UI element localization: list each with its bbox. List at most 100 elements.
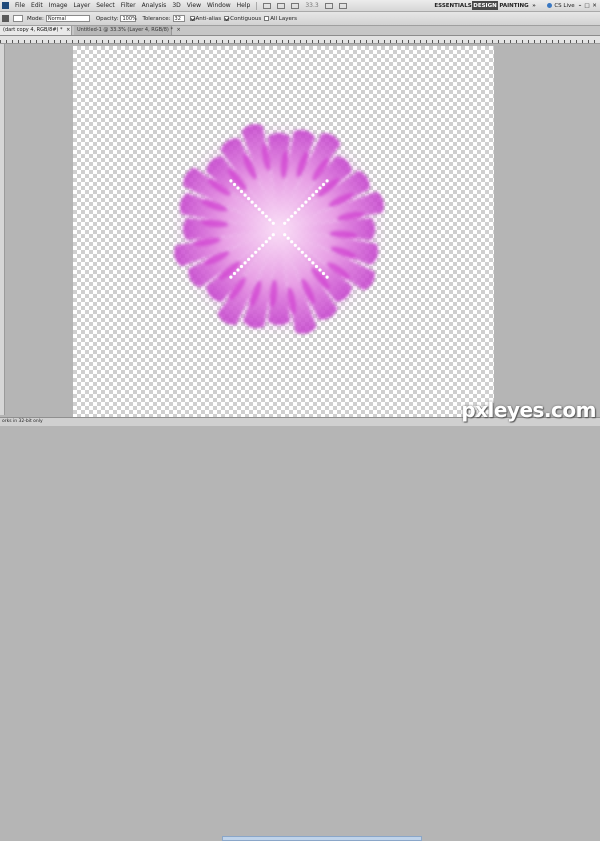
workspace-design[interactable]: DESIGN <box>472 1 498 10</box>
menu-file[interactable]: File <box>15 2 25 9</box>
flower-cross-dot <box>264 214 268 218</box>
tab-dart-copy[interactable]: (dart copy 4, RGB/8#) * × <box>0 26 72 35</box>
flower-cross-dot <box>243 261 247 265</box>
workspace-painting[interactable]: PAINTING <box>499 1 528 10</box>
close-button[interactable]: ✕ <box>591 1 598 10</box>
flower-cross-dot <box>297 247 301 251</box>
flower-cross-dot <box>297 207 301 211</box>
contiguous-checkbox[interactable] <box>224 16 230 21</box>
tab-untitled-1[interactable]: Untitled-1 @ 33.3% (Layer 4, RGB/8) * × <box>74 26 181 35</box>
tab-close-icon[interactable]: × <box>66 27 70 33</box>
menu-window[interactable]: Window <box>207 2 231 9</box>
hand-tool-icon[interactable] <box>324 2 333 9</box>
menu-analysis[interactable]: Analysis <box>142 2 167 9</box>
status-text: orks in 32-bit only <box>2 419 43 424</box>
flower-cross-dot <box>321 182 326 187</box>
flower-cross-dot <box>307 257 311 261</box>
anti-alias-label: Anti-alias <box>195 15 222 22</box>
horizontal-scrollbar[interactable] <box>222 836 422 841</box>
document-canvas[interactable] <box>73 46 494 417</box>
flower-cross-dot <box>286 236 290 240</box>
menu-separator <box>256 1 258 10</box>
flower-cross-dot <box>325 179 329 183</box>
flower-cross-dot <box>304 254 308 258</box>
flower-cross-dot <box>300 250 304 254</box>
zoom-level[interactable]: 33.3 <box>305 2 318 9</box>
flower-cross-dot <box>268 218 272 222</box>
mode-select[interactable]: Normal <box>45 15 90 22</box>
flower-cross-dot <box>264 240 268 244</box>
workspace-essentials[interactable]: ESSENTIALS <box>434 1 471 10</box>
all-layers-checkbox[interactable] <box>264 16 270 21</box>
minimize-button[interactable]: – <box>577 1 583 10</box>
flower-cross-dot <box>254 204 258 208</box>
arrange-documents-icon[interactable] <box>338 2 347 9</box>
cs-live-button[interactable]: CS Live <box>546 1 576 10</box>
menu-view[interactable]: View <box>187 2 201 9</box>
horizontal-ruler <box>0 36 600 44</box>
flower-cross-dot <box>321 271 326 276</box>
flower-cross-dot <box>243 193 247 197</box>
photoshop-app-icon[interactable] <box>2 2 9 9</box>
flower-cross-dot <box>307 197 311 201</box>
flower-cross-dot <box>293 211 297 215</box>
mode-label: Mode: <box>27 15 44 22</box>
cs-live-icon <box>547 3 553 8</box>
menu-layer[interactable]: Layer <box>73 2 90 9</box>
contiguous-label: Contiguous <box>230 15 262 22</box>
flower-cross-dot <box>271 233 275 237</box>
flower-cross-dot <box>250 200 254 204</box>
flower-cross-dot <box>311 193 315 197</box>
flower-cross-dot <box>268 236 272 240</box>
menu-image[interactable]: Image <box>49 2 68 9</box>
flower-cross-dot <box>236 186 240 190</box>
flower-cross-dot <box>247 197 251 201</box>
flower-petals <box>174 124 384 334</box>
paint-bucket-tool-icon[interactable] <box>2 15 9 22</box>
flower-cross-dot <box>271 221 275 225</box>
workspace-more-button[interactable]: » <box>530 1 538 10</box>
flower-cross-dot <box>261 243 265 247</box>
opacity-input[interactable]: 100% <box>120 15 137 22</box>
flower-cross-dot <box>250 254 254 258</box>
tolerance-label: Tolerance: <box>142 15 171 22</box>
menu-edit[interactable]: Edit <box>31 2 43 9</box>
flower-cross-dot <box>283 233 287 237</box>
flower-cross-dot <box>314 264 319 269</box>
flower-cross-dot <box>290 240 294 244</box>
flower-cross-dot <box>239 189 244 194</box>
flower-cross-dot <box>236 268 240 272</box>
flower-cross-dot <box>325 275 329 279</box>
flower-cross-dot <box>304 200 308 204</box>
screen-mode-icon[interactable] <box>263 2 272 9</box>
menu-3d[interactable]: 3D <box>172 2 180 9</box>
fill-source-select[interactable] <box>13 15 23 22</box>
menu-filter[interactable]: Filter <box>121 2 136 9</box>
flower-cross-dot <box>318 268 322 272</box>
flower-cross-dot <box>293 243 297 247</box>
flower-cross-dot <box>311 261 315 265</box>
document-tab-bar: (dart copy 4, RGB/8#) * × Untitled-1 @ 3… <box>0 26 600 36</box>
anti-alias-checkbox[interactable] <box>189 16 195 21</box>
options-bar: Mode: Normal Opacity: 100% Tolerance: 32… <box>0 12 600 26</box>
tolerance-input[interactable]: 32 <box>172 15 185 22</box>
restore-button[interactable]: □ <box>584 1 590 10</box>
watermark-logo: pxleyes.com <box>461 398 596 422</box>
menu-help[interactable]: Help <box>237 2 251 9</box>
flower-cross-dot <box>229 275 233 279</box>
flower-cross-dot <box>290 214 294 218</box>
grid-icon[interactable] <box>291 2 300 9</box>
vertical-ruler <box>0 44 5 415</box>
flower-cross-dot <box>314 189 319 194</box>
menu-select[interactable]: Select <box>96 2 115 9</box>
tab-close-icon[interactable]: × <box>177 27 181 33</box>
flower-cross-dot <box>247 257 251 261</box>
flower-cross-dot <box>232 182 237 187</box>
flower-cross-dot <box>254 250 258 254</box>
all-layers-label: All Layers <box>270 15 297 22</box>
opacity-label: Opacity: <box>95 15 119 22</box>
flower-cross-dot <box>261 211 265 215</box>
flower-cross-dot <box>229 179 233 183</box>
extras-icon[interactable] <box>277 2 286 9</box>
flower-cross-dot <box>283 221 287 225</box>
